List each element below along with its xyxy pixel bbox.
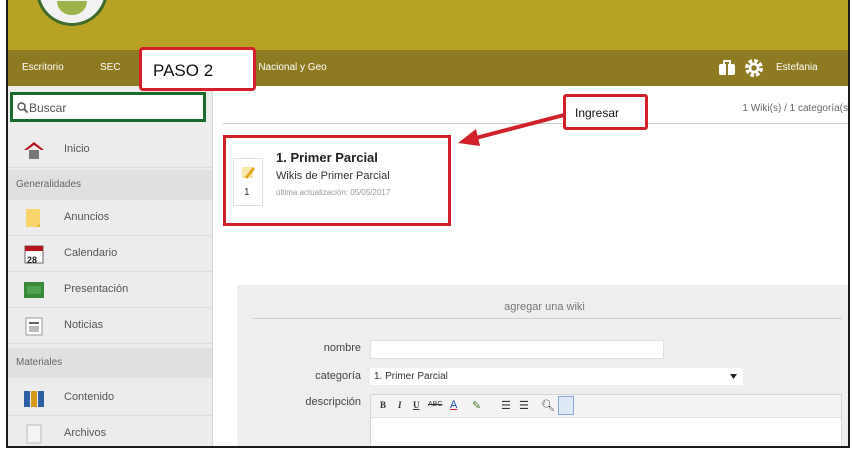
gear-icon[interactable] bbox=[744, 58, 764, 78]
calendar-day: 28 bbox=[27, 255, 38, 265]
form-title: agregar una wiki bbox=[504, 301, 585, 313]
categoria-label: categoría bbox=[315, 370, 361, 382]
books-icon bbox=[24, 391, 44, 407]
news-icon bbox=[25, 317, 43, 336]
underline-icon[interactable]: U bbox=[413, 400, 420, 410]
sidebar-label: Noticias bbox=[64, 319, 104, 331]
search-icon bbox=[17, 102, 28, 113]
sidebar-item-noticias[interactable]: Noticias bbox=[8, 308, 212, 344]
categoria-select[interactable]: 1. Primer Parcial bbox=[370, 368, 743, 385]
user-name[interactable]: Estefania bbox=[776, 62, 818, 73]
nombre-input[interactable] bbox=[370, 340, 664, 359]
find-icon[interactable]: 🔍︎ bbox=[541, 399, 555, 412]
presentation-icon bbox=[24, 282, 44, 298]
categoria-value: 1. Primer Parcial bbox=[374, 371, 448, 382]
top-banner bbox=[8, 0, 848, 50]
nav-course-prefix[interactable]: SEC bbox=[100, 62, 121, 73]
note-icon bbox=[26, 209, 40, 227]
group-label: Materiales bbox=[16, 357, 63, 368]
nav-bar: Escritorio SEC d Nacional y Geo Estefani… bbox=[8, 50, 848, 86]
highlight-icon[interactable]: ✎ bbox=[472, 399, 481, 412]
ingresar-annotation: Ingresar bbox=[563, 94, 648, 130]
nav-user-area: Estefania bbox=[718, 50, 848, 86]
bullet-list-icon[interactable]: ☰ bbox=[501, 399, 511, 412]
sidebar-label: Presentación bbox=[64, 283, 129, 295]
toolbox-icon[interactable] bbox=[718, 60, 736, 76]
form-divider bbox=[253, 318, 842, 319]
step-annotation: PASO 2 bbox=[139, 47, 256, 91]
sidebar-group-generalidades: Generalidades bbox=[8, 170, 212, 200]
search-placeholder: Buscar bbox=[29, 101, 67, 115]
wiki-card[interactable]: 1 1. Primer Parcial Wikis de Primer Parc… bbox=[223, 135, 451, 226]
number-list-icon[interactable]: ☰ bbox=[519, 399, 529, 412]
sidebar-item-archivos[interactable]: Archivos bbox=[8, 416, 212, 446]
sidebar-label: Anuncios bbox=[64, 211, 110, 223]
sidebar-group-materiales: Materiales bbox=[8, 348, 212, 378]
sidebar-label: Archivos bbox=[64, 427, 107, 439]
file-icon bbox=[26, 424, 42, 444]
sidebar-item-inicio[interactable]: Inicio bbox=[8, 132, 212, 168]
app-window: Escritorio SEC d Nacional y Geo Estefani… bbox=[6, 0, 850, 448]
wiki-page-count: 1 bbox=[244, 187, 250, 198]
sidebar-label: Contenido bbox=[64, 391, 115, 403]
editor-toolbar: B I U ABC A ✎ ☰ ☰ 🔍︎ bbox=[371, 395, 841, 418]
nombre-label: nombre bbox=[323, 342, 361, 354]
wiki-title[interactable]: 1. Primer Parcial bbox=[276, 150, 378, 165]
wiki-thumbnail[interactable]: 1 bbox=[233, 158, 263, 206]
font-color-icon[interactable]: A bbox=[450, 399, 457, 411]
step-label: PASO 2 bbox=[153, 61, 214, 80]
sidebar-item-presentacion[interactable]: Presentación bbox=[8, 272, 212, 308]
sidebar-item-anuncios[interactable]: Anuncios bbox=[8, 200, 212, 236]
sidebar-label: Inicio bbox=[64, 143, 90, 155]
sidebar-item-calendario[interactable]: 28 Calendario bbox=[8, 236, 212, 272]
ingresar-label: Ingresar bbox=[575, 106, 620, 120]
search-input[interactable]: Buscar bbox=[10, 92, 206, 122]
wiki-updated: última actualización: 05/05/2017 bbox=[276, 188, 391, 197]
add-wiki-form: agregar una wiki nombre categoría 1. Pri… bbox=[237, 285, 848, 446]
italic-icon[interactable]: I bbox=[398, 400, 402, 410]
nav-escritorio[interactable]: Escritorio bbox=[22, 62, 64, 73]
pencil-note-icon bbox=[242, 167, 255, 179]
home-icon bbox=[24, 142, 44, 159]
group-label: Generalidades bbox=[16, 179, 82, 190]
wiki-count: 1 Wiki(s) / 1 categoría(s bbox=[742, 103, 848, 114]
arrow-annotation bbox=[458, 113, 565, 146]
sidebar: Buscar Inicio Generalidades Anuncios 28 … bbox=[8, 86, 213, 446]
wiki-subtitle: Wikis de Primer Parcial bbox=[276, 170, 390, 182]
description-editor[interactable]: B I U ABC A ✎ ☰ ☰ 🔍︎ bbox=[370, 394, 842, 446]
dropdown-arrow-icon bbox=[730, 374, 737, 379]
strikethrough-icon[interactable]: ABC bbox=[428, 401, 442, 408]
descripcion-label: descripción bbox=[305, 396, 361, 408]
expand-toolbar-icon[interactable] bbox=[558, 396, 574, 415]
university-logo bbox=[36, 0, 108, 26]
nav-course-title[interactable]: d Nacional y Geo bbox=[250, 62, 327, 73]
sidebar-label: Calendario bbox=[64, 247, 118, 259]
bold-icon[interactable]: B bbox=[380, 400, 386, 410]
sidebar-item-contenido[interactable]: Contenido bbox=[8, 380, 212, 416]
